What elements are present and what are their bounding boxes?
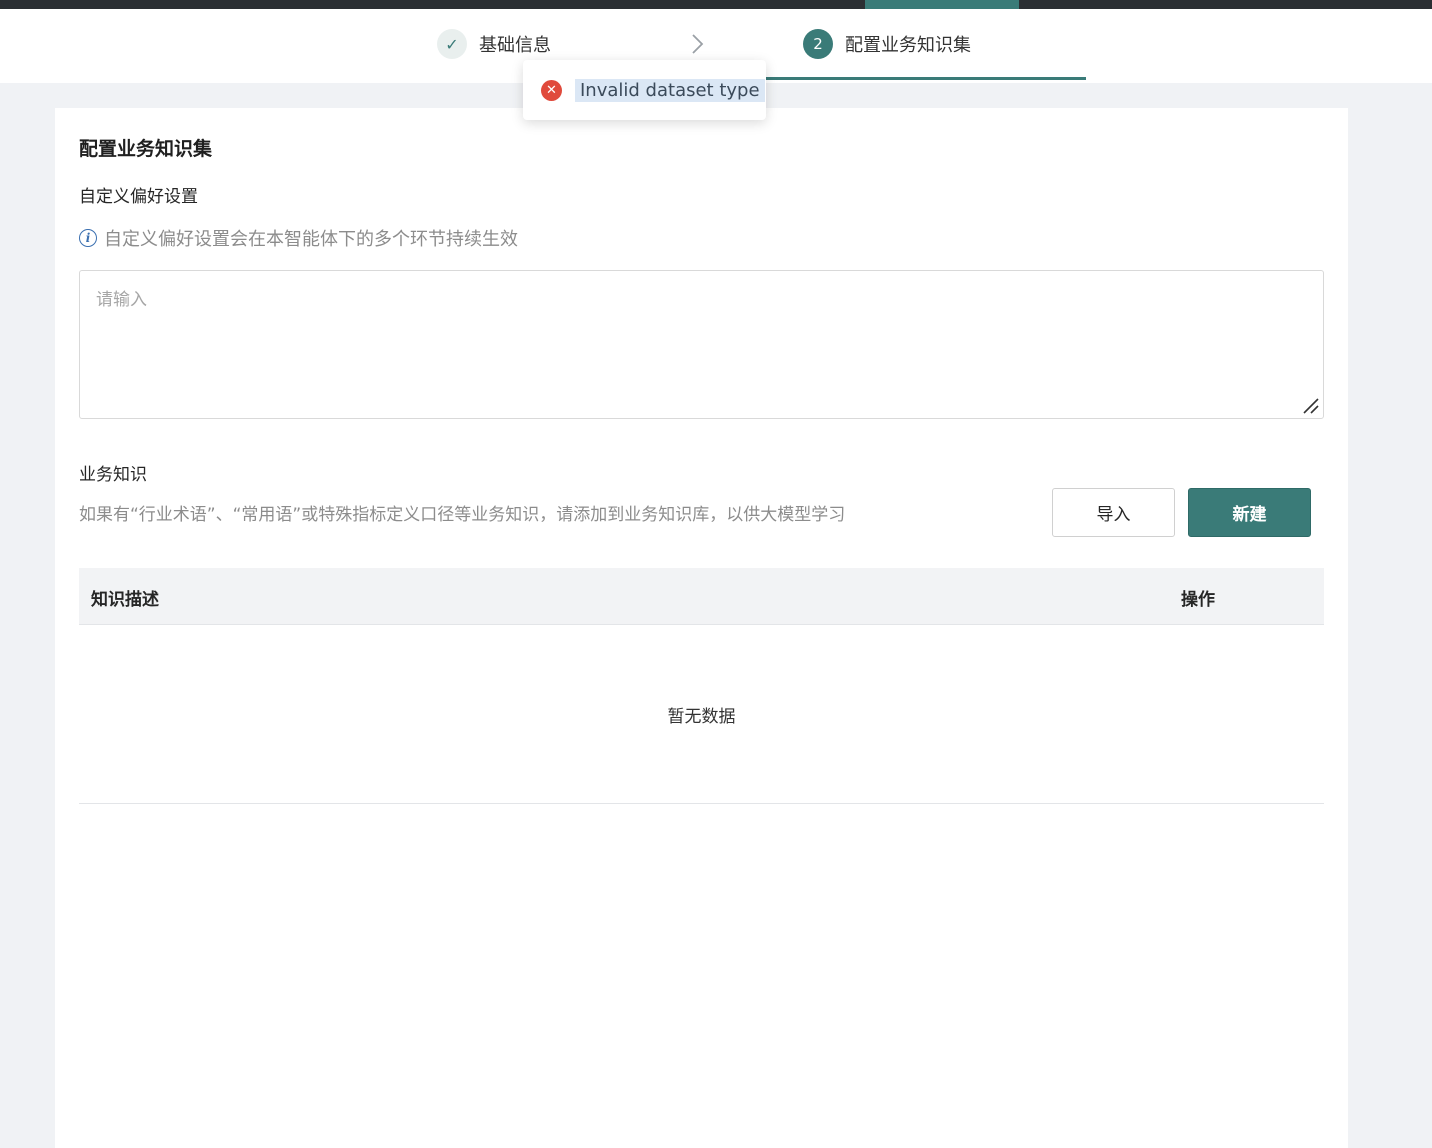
step-knowledge-set[interactable]: 2 配置业务知识集 bbox=[803, 9, 971, 79]
preferences-label: 自定义偏好设置 bbox=[79, 187, 198, 207]
step-number: 2 bbox=[803, 29, 833, 59]
column-header-description: 知识描述 bbox=[91, 590, 159, 610]
import-button[interactable]: 导入 bbox=[1052, 488, 1175, 537]
error-icon: ✕ bbox=[541, 79, 562, 101]
step-label: 基础信息 bbox=[479, 35, 551, 56]
check-icon: ✓ bbox=[437, 29, 467, 59]
top-bar bbox=[0, 0, 1432, 9]
column-header-actions: 操作 bbox=[1181, 590, 1215, 610]
knowledge-table: 知识描述 操作 暂无数据 bbox=[79, 568, 1324, 804]
table-header: 知识描述 操作 bbox=[79, 568, 1324, 625]
toast-message: Invalid dataset type bbox=[575, 78, 765, 102]
chevron-right-icon bbox=[688, 33, 708, 55]
step-label: 配置业务知识集 bbox=[845, 35, 971, 56]
resize-handle-icon[interactable] bbox=[1300, 395, 1320, 415]
top-bar-accent bbox=[865, 0, 1019, 9]
knowledge-hint: 如果有“行业术语”、“常用语”或特殊指标定义口径等业务知识，请添加到业务知识库，… bbox=[79, 505, 846, 525]
preferences-hint-text: 自定义偏好设置会在本智能体下的多个环节持续生效 bbox=[104, 229, 518, 250]
page-title: 配置业务知识集 bbox=[79, 138, 213, 160]
knowledge-label: 业务知识 bbox=[79, 465, 147, 485]
error-toast: ✕ Invalid dataset type bbox=[523, 60, 766, 120]
preferences-hint: i 自定义偏好设置会在本智能体下的多个环节持续生效 bbox=[79, 225, 518, 251]
active-step-underline bbox=[766, 77, 1086, 80]
preferences-input[interactable] bbox=[79, 270, 1324, 419]
info-icon: i bbox=[79, 229, 97, 247]
main-card: 配置业务知识集 自定义偏好设置 i 自定义偏好设置会在本智能体下的多个环节持续生… bbox=[55, 108, 1348, 1148]
table-empty-state: 暂无数据 bbox=[79, 625, 1324, 804]
new-button[interactable]: 新建 bbox=[1188, 488, 1311, 537]
